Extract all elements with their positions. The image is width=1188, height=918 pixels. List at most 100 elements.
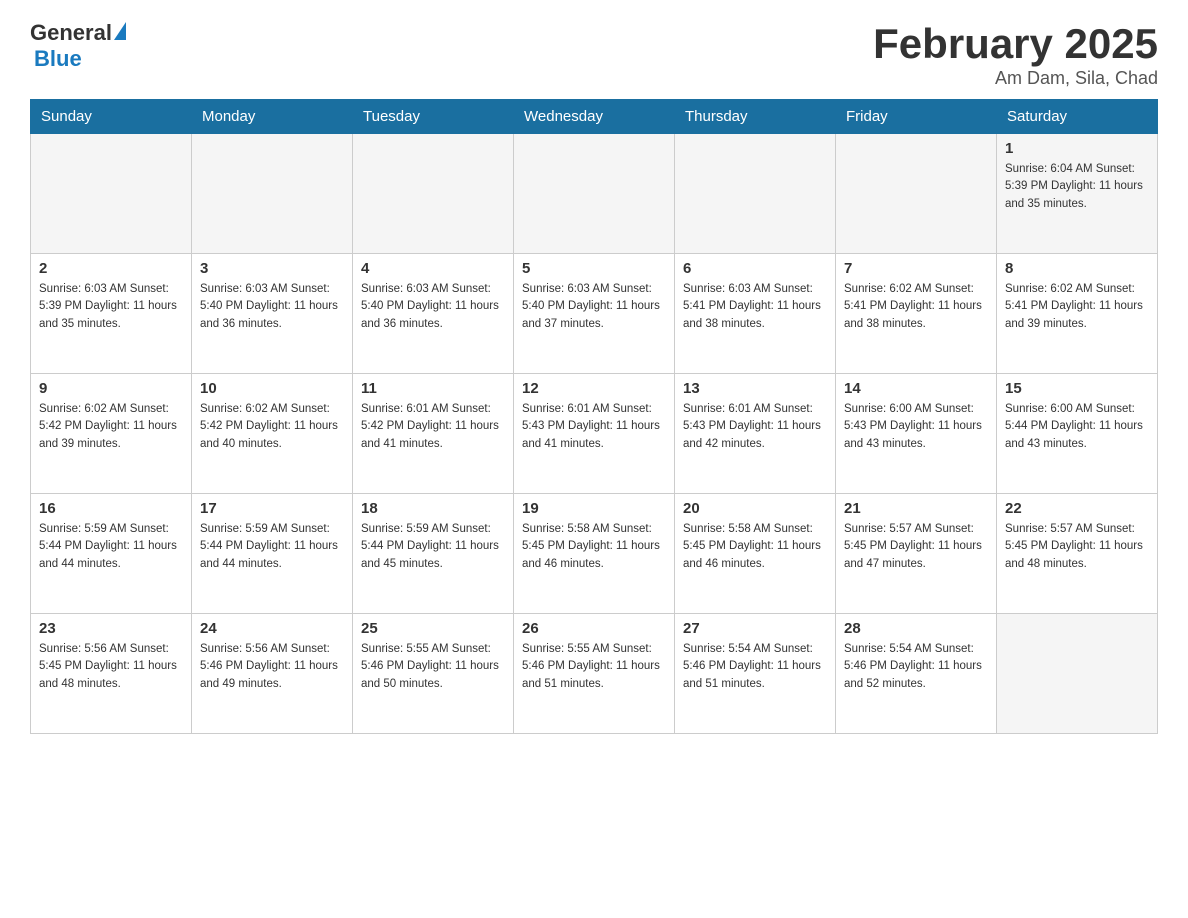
day-info: Sunrise: 5:54 AM Sunset: 5:46 PM Dayligh… (683, 641, 827, 693)
day-info: Sunrise: 5:55 AM Sunset: 5:46 PM Dayligh… (522, 641, 666, 693)
day-info: Sunrise: 6:02 AM Sunset: 5:41 PM Dayligh… (1005, 281, 1149, 333)
day-number: 24 (200, 620, 344, 637)
calendar-cell: 21 Sunrise: 5:57 AM Sunset: 5:45 PM Dayli… (836, 494, 997, 614)
day-number: 2 (39, 260, 183, 277)
day-number: 21 (844, 500, 988, 517)
day-number: 25 (361, 620, 505, 637)
calendar-cell: 27 Sunrise: 5:54 AM Sunset: 5:46 PM Dayli… (675, 614, 836, 734)
col-wednesday: Wednesday (514, 100, 675, 134)
day-info: Sunrise: 5:58 AM Sunset: 5:45 PM Dayligh… (522, 521, 666, 573)
calendar-table: Sunday Monday Tuesday Wednesday Thursday… (30, 99, 1158, 734)
calendar-cell: 22 Sunrise: 5:57 AM Sunset: 5:45 PM Dayli… (997, 494, 1158, 614)
day-number: 11 (361, 380, 505, 397)
calendar-cell: 6Sunrise: 6:03 AM Sunset: 5:41 PM Daylig… (675, 254, 836, 374)
day-number: 1 (1005, 140, 1149, 157)
day-number: 26 (522, 620, 666, 637)
col-tuesday: Tuesday (353, 100, 514, 134)
day-info: Sunrise: 6:03 AM Sunset: 5:39 PM Dayligh… (39, 281, 183, 333)
day-number: 6 (683, 260, 827, 277)
calendar-cell: 2 Sunrise: 6:03 AM Sunset: 5:39 PM Daylig… (31, 254, 192, 374)
day-number: 19 (522, 500, 666, 517)
day-number: 22 (1005, 500, 1149, 517)
day-number: 3 (200, 260, 344, 277)
day-info: Sunrise: 5:55 AM Sunset: 5:46 PM Dayligh… (361, 641, 505, 693)
calendar-cell: 7 Sunrise: 6:02 AM Sunset: 5:41 PM Daylig… (836, 254, 997, 374)
col-saturday: Saturday (997, 100, 1158, 134)
calendar-week-row: 9 Sunrise: 6:02 AM Sunset: 5:42 PM Daylig… (31, 374, 1158, 494)
logo-blue-text: Blue (34, 46, 82, 72)
header-row: Sunday Monday Tuesday Wednesday Thursday… (31, 100, 1158, 134)
day-number: 23 (39, 620, 183, 637)
day-info: Sunrise: 6:02 AM Sunset: 5:42 PM Dayligh… (200, 401, 344, 453)
calendar-cell: 13 Sunrise: 6:01 AM Sunset: 5:43 PM Dayli… (675, 374, 836, 494)
logo: General Blue (30, 20, 126, 72)
day-info: Sunrise: 6:01 AM Sunset: 5:43 PM Dayligh… (683, 401, 827, 453)
col-sunday: Sunday (31, 100, 192, 134)
day-number: 10 (200, 380, 344, 397)
day-info: Sunrise: 5:57 AM Sunset: 5:45 PM Dayligh… (1005, 521, 1149, 573)
calendar-cell: 5 Sunrise: 6:03 AM Sunset: 5:40 PM Daylig… (514, 254, 675, 374)
page-header: General Blue February 2025 Am Dam, Sila,… (30, 20, 1158, 89)
calendar-cell (836, 134, 997, 254)
day-info: Sunrise: 6:02 AM Sunset: 5:41 PM Dayligh… (844, 281, 988, 333)
day-info: Sunrise: 6:03 AM Sunset: 5:40 PM Dayligh… (522, 281, 666, 333)
calendar-cell: 11 Sunrise: 6:01 AM Sunset: 5:42 PM Dayli… (353, 374, 514, 494)
calendar-cell: 12 Sunrise: 6:01 AM Sunset: 5:43 PM Dayli… (514, 374, 675, 494)
day-number: 13 (683, 380, 827, 397)
calendar-cell: 3 Sunrise: 6:03 AM Sunset: 5:40 PM Daylig… (192, 254, 353, 374)
day-number: 14 (844, 380, 988, 397)
day-info: Sunrise: 6:04 AM Sunset: 5:39 PM Dayligh… (1005, 161, 1149, 213)
calendar-cell (675, 134, 836, 254)
calendar-header: Sunday Monday Tuesday Wednesday Thursday… (31, 100, 1158, 134)
day-number: 28 (844, 620, 988, 637)
col-thursday: Thursday (675, 100, 836, 134)
day-info: Sunrise: 6:02 AM Sunset: 5:42 PM Dayligh… (39, 401, 183, 453)
day-info: Sunrise: 5:58 AM Sunset: 5:45 PM Dayligh… (683, 521, 827, 573)
day-info: Sunrise: 5:59 AM Sunset: 5:44 PM Dayligh… (361, 521, 505, 573)
col-monday: Monday (192, 100, 353, 134)
calendar-cell: 16 Sunrise: 5:59 AM Sunset: 5:44 PM Dayli… (31, 494, 192, 614)
day-info: Sunrise: 5:57 AM Sunset: 5:45 PM Dayligh… (844, 521, 988, 573)
calendar-cell (192, 134, 353, 254)
day-number: 12 (522, 380, 666, 397)
calendar-cell: 18 Sunrise: 5:59 AM Sunset: 5:44 PM Dayli… (353, 494, 514, 614)
day-info: Sunrise: 6:00 AM Sunset: 5:44 PM Dayligh… (1005, 401, 1149, 453)
calendar-week-row: 2 Sunrise: 6:03 AM Sunset: 5:39 PM Daylig… (31, 254, 1158, 374)
calendar-cell: 28 Sunrise: 5:54 AM Sunset: 5:46 PM Dayli… (836, 614, 997, 734)
calendar-cell (514, 134, 675, 254)
day-info: Sunrise: 6:03 AM Sunset: 5:40 PM Dayligh… (200, 281, 344, 333)
day-info: Sunrise: 5:54 AM Sunset: 5:46 PM Dayligh… (844, 641, 988, 693)
day-number: 17 (200, 500, 344, 517)
calendar-cell: 23 Sunrise: 5:56 AM Sunset: 5:45 PM Dayli… (31, 614, 192, 734)
col-friday: Friday (836, 100, 997, 134)
calendar-cell: 19 Sunrise: 5:58 AM Sunset: 5:45 PM Dayli… (514, 494, 675, 614)
calendar-cell: 24Sunrise: 5:56 AM Sunset: 5:46 PM Dayli… (192, 614, 353, 734)
calendar-week-row: 1 Sunrise: 6:04 AM Sunset: 5:39 PM Daylig… (31, 134, 1158, 254)
day-number: 16 (39, 500, 183, 517)
calendar-cell (997, 614, 1158, 734)
day-number: 27 (683, 620, 827, 637)
day-info: Sunrise: 6:01 AM Sunset: 5:43 PM Dayligh… (522, 401, 666, 453)
day-info: Sunrise: 6:00 AM Sunset: 5:43 PM Dayligh… (844, 401, 988, 453)
logo-triangle-icon (114, 22, 126, 40)
calendar-cell: 10 Sunrise: 6:02 AM Sunset: 5:42 PM Dayli… (192, 374, 353, 494)
day-number: 20 (683, 500, 827, 517)
day-info: Sunrise: 5:59 AM Sunset: 5:44 PM Dayligh… (39, 521, 183, 573)
calendar-subtitle: Am Dam, Sila, Chad (873, 68, 1158, 89)
day-number: 5 (522, 260, 666, 277)
day-number: 9 (39, 380, 183, 397)
day-info: Sunrise: 5:56 AM Sunset: 5:45 PM Dayligh… (39, 641, 183, 693)
day-number: 7 (844, 260, 988, 277)
logo-general-text: General (30, 20, 112, 46)
calendar-cell: 20 Sunrise: 5:58 AM Sunset: 5:45 PM Dayli… (675, 494, 836, 614)
calendar-cell: 25 Sunrise: 5:55 AM Sunset: 5:46 PM Dayli… (353, 614, 514, 734)
day-info: Sunrise: 6:01 AM Sunset: 5:42 PM Dayligh… (361, 401, 505, 453)
day-number: 18 (361, 500, 505, 517)
calendar-week-row: 23 Sunrise: 5:56 AM Sunset: 5:45 PM Dayli… (31, 614, 1158, 734)
calendar-cell (353, 134, 514, 254)
calendar-cell: 15Sunrise: 6:00 AM Sunset: 5:44 PM Dayli… (997, 374, 1158, 494)
calendar-cell: 17Sunrise: 5:59 AM Sunset: 5:44 PM Dayli… (192, 494, 353, 614)
calendar-cell: 1 Sunrise: 6:04 AM Sunset: 5:39 PM Daylig… (997, 134, 1158, 254)
calendar-body: 1 Sunrise: 6:04 AM Sunset: 5:39 PM Daylig… (31, 134, 1158, 734)
calendar-week-row: 16 Sunrise: 5:59 AM Sunset: 5:44 PM Dayli… (31, 494, 1158, 614)
